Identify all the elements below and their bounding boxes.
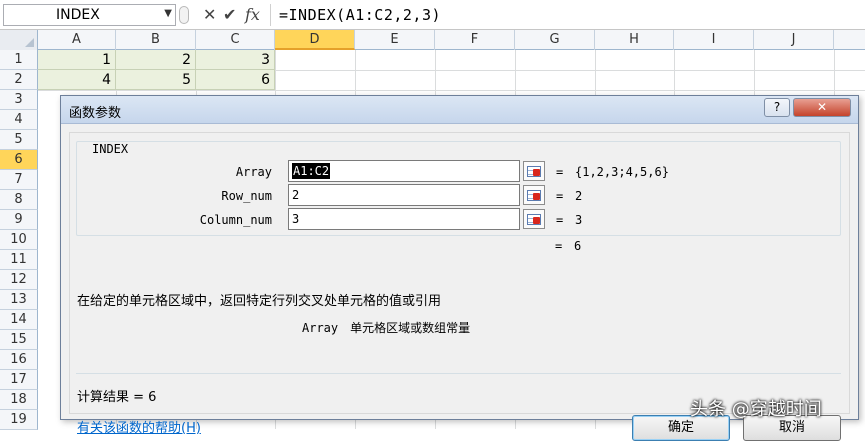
row-num-equals: = [556,189,564,203]
row-header-11[interactable]: 11 [0,250,38,270]
cell-c1[interactable]: 3 [196,50,275,70]
name-box[interactable]: INDEX ▼ [3,4,176,26]
row-header-1[interactable]: 1 [0,50,38,70]
row-num-label: Row_num [221,189,272,203]
array-label: Array [235,165,272,179]
cell-c2[interactable]: 6 [196,70,275,90]
cell-b1[interactable]: 2 [116,50,196,70]
row-header-8[interactable]: 8 [0,190,38,210]
enter-icon[interactable]: ✔ [223,5,236,24]
array-input[interactable]: A1:C2 [288,160,520,182]
column-header-f[interactable]: F [435,30,515,50]
select-all-corner[interactable] [0,30,38,50]
row-header-2[interactable]: 2 [0,70,38,90]
row-header-16[interactable]: 16 [0,350,38,370]
parameter-text: 单元格区域或数组常量 [350,321,471,335]
dialog-body: INDEX Array A1:C2 = {1,2,3;4,5,6} Row_nu… [69,132,850,441]
column-header-h[interactable]: H [595,30,674,50]
row-num-input[interactable]: 2 [288,184,520,206]
row-header-19[interactable]: 19 [0,410,38,430]
formula-input[interactable]: =INDEX(A1:C2,2,3) [270,4,865,26]
formula-bar: INDEX ▼ ✕ ✔ fx =INDEX(A1:C2,2,3) [0,0,865,30]
column-num-result: 3 [575,213,583,227]
column-header-c[interactable]: C [196,30,275,50]
formula-buttons: ✕ ✔ fx [177,4,269,26]
watermark: 头条 @穿越时间 [690,399,822,420]
column-num-label: Column_num [199,213,272,227]
cell-a2[interactable]: 4 [38,70,116,90]
formula-result-value: 6 [574,239,582,253]
array-collapse-icon[interactable] [523,161,545,181]
row-header-10[interactable]: 10 [0,230,38,250]
function-name-label: INDEX [89,142,132,156]
chevron-down-icon[interactable]: ▼ [164,8,172,19]
row-header-12[interactable]: 12 [0,270,38,290]
column-header-d[interactable]: D [275,30,355,50]
row-header-5[interactable]: 5 [0,130,38,150]
column-header-g[interactable]: G [515,30,595,50]
array-result: {1,2,3;4,5,6} [575,165,669,179]
array-input-value: A1:C2 [292,163,331,179]
row-header-15[interactable]: 15 [0,330,38,350]
column-header-e[interactable]: E [355,30,435,50]
row-header-6[interactable]: 6 [0,150,38,170]
row-header-7[interactable]: 7 [0,170,38,190]
row-header-18[interactable]: 18 [0,390,38,410]
formula-text: =INDEX(A1:C2,2,3) [279,6,442,24]
function-arguments-dialog: 函数参数 ? ✕ INDEX Array A1:C2 = {1,2,3;4,5,… [60,95,859,441]
column-num-equals: = [556,213,564,227]
column-header-i[interactable]: I [674,30,754,50]
column-header-row: A B C D E F G H I J [0,30,865,50]
function-description: 在给定的单元格区域中，返回特定行列交叉处单元格的值或引用 [77,294,442,309]
row-header-17[interactable]: 17 [0,370,38,390]
help-link[interactable]: 有关该函数的帮助(H) [77,417,201,436]
row-num-result: 2 [575,189,583,203]
insert-function-icon[interactable]: fx [245,5,260,24]
column-header-j[interactable]: J [754,30,834,50]
row-header-3[interactable]: 3 [0,90,38,110]
column-header-b[interactable]: B [116,30,196,50]
grid-line [38,90,865,91]
row-header-9[interactable]: 9 [0,210,38,230]
name-box-value: INDEX [56,7,100,23]
dialog-title-bar[interactable]: 函数参数 ? ✕ [61,96,858,124]
column-num-input[interactable]: 3 [288,208,520,230]
cell-a1[interactable]: 1 [38,50,116,70]
help-icon[interactable]: ? [764,98,790,117]
column-num-collapse-icon[interactable] [523,209,545,229]
row-header-4[interactable]: 4 [0,110,38,130]
parameter-description: Array 单元格区域或数组常量 [302,319,470,336]
row-header-13[interactable]: 13 [0,290,38,310]
arguments-group: INDEX Array A1:C2 = {1,2,3;4,5,6} Row_nu… [76,141,841,236]
formula-bar-grip[interactable] [179,6,189,24]
cell-b2[interactable]: 5 [116,70,196,90]
close-icon[interactable]: ✕ [793,98,851,117]
array-equals: = [556,165,564,179]
row-header-14[interactable]: 14 [0,310,38,330]
calculation-result: 计算结果 = 6 [77,390,157,405]
divider [76,373,841,374]
dialog-title: 函数参数 [69,106,122,121]
parameter-name: Array [302,321,339,335]
column-header-a[interactable]: A [38,30,116,50]
formula-result-equals: = [555,239,563,253]
row-num-collapse-icon[interactable] [523,185,545,205]
cancel-icon[interactable]: ✕ [203,5,216,24]
